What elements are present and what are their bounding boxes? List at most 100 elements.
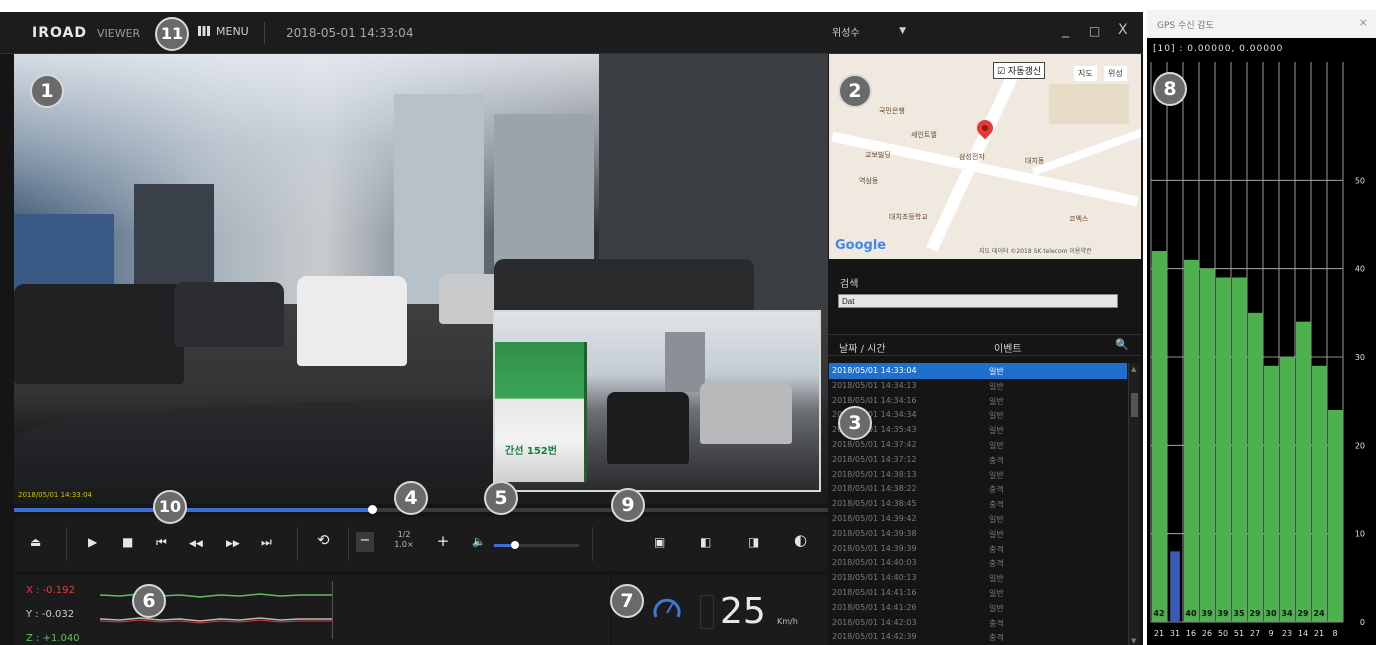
map-road: [1031, 120, 1141, 176]
event-list-row[interactable]: 2018/05/01 14:35:43 일반: [829, 422, 1127, 438]
brightness-icon[interactable]: ◐: [794, 533, 807, 548]
event-list-row[interactable]: 2018/05/01 14:34:16 일반: [829, 393, 1127, 409]
event-date: 2018/05/01 14:40:03: [832, 558, 917, 568]
gps-select-dropdown[interactable]: 위성수 ▼: [832, 24, 912, 42]
event-date: 2018/05/01 14:34:16: [832, 395, 917, 405]
satellite-view-button[interactable]: 위성: [1104, 66, 1127, 81]
pip-building: [665, 332, 705, 392]
stop-icon[interactable]: ■: [122, 535, 133, 549]
event-type: 충격: [989, 485, 1004, 495]
gps-signal-bar: [1152, 251, 1167, 622]
gps-signal-bar: [1312, 365, 1327, 622]
satellite-id-label: 23: [1282, 629, 1292, 638]
gps-signal-bar: [1200, 268, 1215, 622]
scroll-thumb[interactable]: [1131, 393, 1138, 417]
car-dark-sedan: [174, 282, 284, 347]
event-type: 충격: [989, 500, 1004, 510]
event-list-row[interactable]: 2018/05/01 14:38:13 일반: [829, 467, 1127, 483]
gps-coordinates: [10] : 0.00000, 0.00000: [1153, 44, 1284, 54]
event-date: 2018/05/01 14:41:16: [832, 588, 917, 597]
minimize-button[interactable]: _: [1062, 22, 1069, 38]
speed-digit-box: [700, 595, 714, 629]
satellite-id-label: 50: [1218, 629, 1228, 638]
search-icon[interactable]: 🔍: [1115, 338, 1129, 351]
volume-slider[interactable]: [494, 541, 579, 549]
event-list-scrollbar[interactable]: ▲ ▼: [1128, 363, 1140, 645]
event-list-row[interactable]: 2018/05/01 14:33:04 일반: [829, 363, 1127, 379]
event-list-row[interactable]: 2018/05/01 14:40:03 충격: [829, 555, 1127, 571]
speed-minus-button[interactable]: −: [356, 532, 374, 552]
callout-11: 11: [155, 17, 189, 51]
satellite-id-label: 21: [1314, 629, 1324, 638]
next-file-icon[interactable]: ⏭: [261, 535, 272, 549]
y-tick-label: 0: [1360, 618, 1365, 627]
speed-plus-button[interactable]: +: [434, 532, 452, 552]
split-view-icon[interactable]: ◧: [700, 535, 711, 549]
close-icon[interactable]: ×: [1359, 16, 1368, 29]
column-event[interactable]: 이벤트: [994, 340, 1022, 355]
event-date: 2018/05/01 14:37:42: [832, 440, 917, 449]
event-list-row[interactable]: 2018/05/01 14:39:38 일반: [829, 526, 1127, 542]
grid-menu-icon: [198, 26, 210, 36]
app-logo-subtitle: VIEWER: [97, 27, 141, 40]
previous-file-icon[interactable]: ⏮: [156, 535, 167, 549]
scroll-down-icon[interactable]: ▼: [1131, 637, 1136, 645]
bar-value-label: 24: [1313, 609, 1325, 618]
auto-follow-checkbox[interactable]: ☑ 자동갱신: [993, 62, 1046, 79]
event-list-row[interactable]: 2018/05/01 14:38:45 충격: [829, 496, 1127, 512]
gps-map[interactable]: 국민은행 세인트엘 교보빌딩 삼성전자 대치동 역삼동 대치초등학교 코엑스 ☑…: [829, 54, 1141, 259]
callout-5: 5: [484, 481, 518, 515]
satellite-id-label: 51: [1234, 629, 1244, 638]
event-list-row[interactable]: 2018/05/01 14:34:13 일반: [829, 378, 1127, 394]
event-type: 일반: [989, 529, 1004, 539]
event-list-row[interactable]: 2018/05/01 14:41:26 일반: [829, 600, 1127, 616]
callout-6: 6: [132, 584, 166, 618]
search-input[interactable]: [838, 294, 1118, 308]
event-list-row[interactable]: 2018/05/01 14:40:13 일반: [829, 570, 1127, 586]
event-type: 일반: [989, 381, 1004, 391]
g-sensor-panel: X : -0.192 Y : -0.032 Z : +1.040: [14, 575, 610, 645]
close-button[interactable]: X: [1118, 22, 1128, 38]
event-list-row[interactable]: 2018/05/01 14:37:12 충격: [829, 452, 1127, 468]
x-axis-line: [100, 619, 332, 624]
map-label: 대치초등학교: [889, 213, 928, 221]
event-list-row[interactable]: 2018/05/01 14:39:42 일반: [829, 511, 1127, 527]
playback-datetime: 2018-05-01 14:33:04: [286, 26, 414, 40]
play-icon[interactable]: ▶: [88, 535, 97, 549]
speedometer-icon: [653, 598, 681, 618]
callout-9: 9: [611, 488, 645, 522]
pip-view-icon[interactable]: ◨: [748, 535, 759, 549]
event-date: 2018/05/01 14:42:39: [832, 632, 917, 642]
volume-icon[interactable]: 🔈: [472, 535, 486, 549]
maximize-button[interactable]: □: [1089, 24, 1100, 38]
map-label: 교보빌딩: [865, 151, 891, 159]
control-divider: [66, 527, 67, 561]
event-list-row[interactable]: 2018/05/01 14:37:42 일반: [829, 437, 1127, 453]
rear-camera-video[interactable]: 간선 152번: [493, 310, 821, 492]
volume-handle[interactable]: [511, 541, 520, 549]
speed-panel: 25 Km/h: [612, 575, 828, 645]
event-type: 일반: [989, 603, 1004, 613]
gps-window-titlebar: GPS 수신 감도 ×: [1147, 10, 1376, 38]
event-list-row[interactable]: 2018/05/01 14:42:39 충격: [829, 629, 1127, 645]
menu-button[interactable]: MENU: [198, 25, 249, 38]
event-list-row[interactable]: 2018/05/01 14:34:34 일반: [829, 407, 1127, 423]
event-list-row[interactable]: 2018/05/01 14:39:39 충격: [829, 541, 1127, 557]
satellite-id-label: 14: [1298, 629, 1308, 638]
single-view-icon[interactable]: ▣: [654, 535, 665, 549]
event-list-row[interactable]: 2018/05/01 14:38:22 충격: [829, 481, 1127, 497]
map-view-button[interactable]: 지도: [1074, 66, 1097, 81]
scroll-up-icon[interactable]: ▲: [1131, 365, 1136, 373]
repeat-icon[interactable]: ⟲: [317, 533, 330, 548]
fast-forward-icon[interactable]: ▶▶: [226, 537, 240, 551]
speed-unit: Km/h: [777, 617, 798, 626]
event-list-row[interactable]: 2018/05/01 14:41:16 일반: [829, 585, 1127, 601]
event-type: 일반: [989, 574, 1004, 584]
column-date-time[interactable]: 날짜 / 시간: [839, 340, 886, 355]
seek-handle[interactable]: [368, 505, 378, 514]
rewind-icon[interactable]: ◀◀: [189, 537, 203, 551]
event-type: 충격: [989, 455, 1004, 465]
eject-icon[interactable]: ⏏: [30, 535, 41, 549]
event-list-row[interactable]: 2018/05/01 14:42:03 충격: [829, 615, 1127, 631]
app-logo: IROAD: [32, 25, 87, 41]
